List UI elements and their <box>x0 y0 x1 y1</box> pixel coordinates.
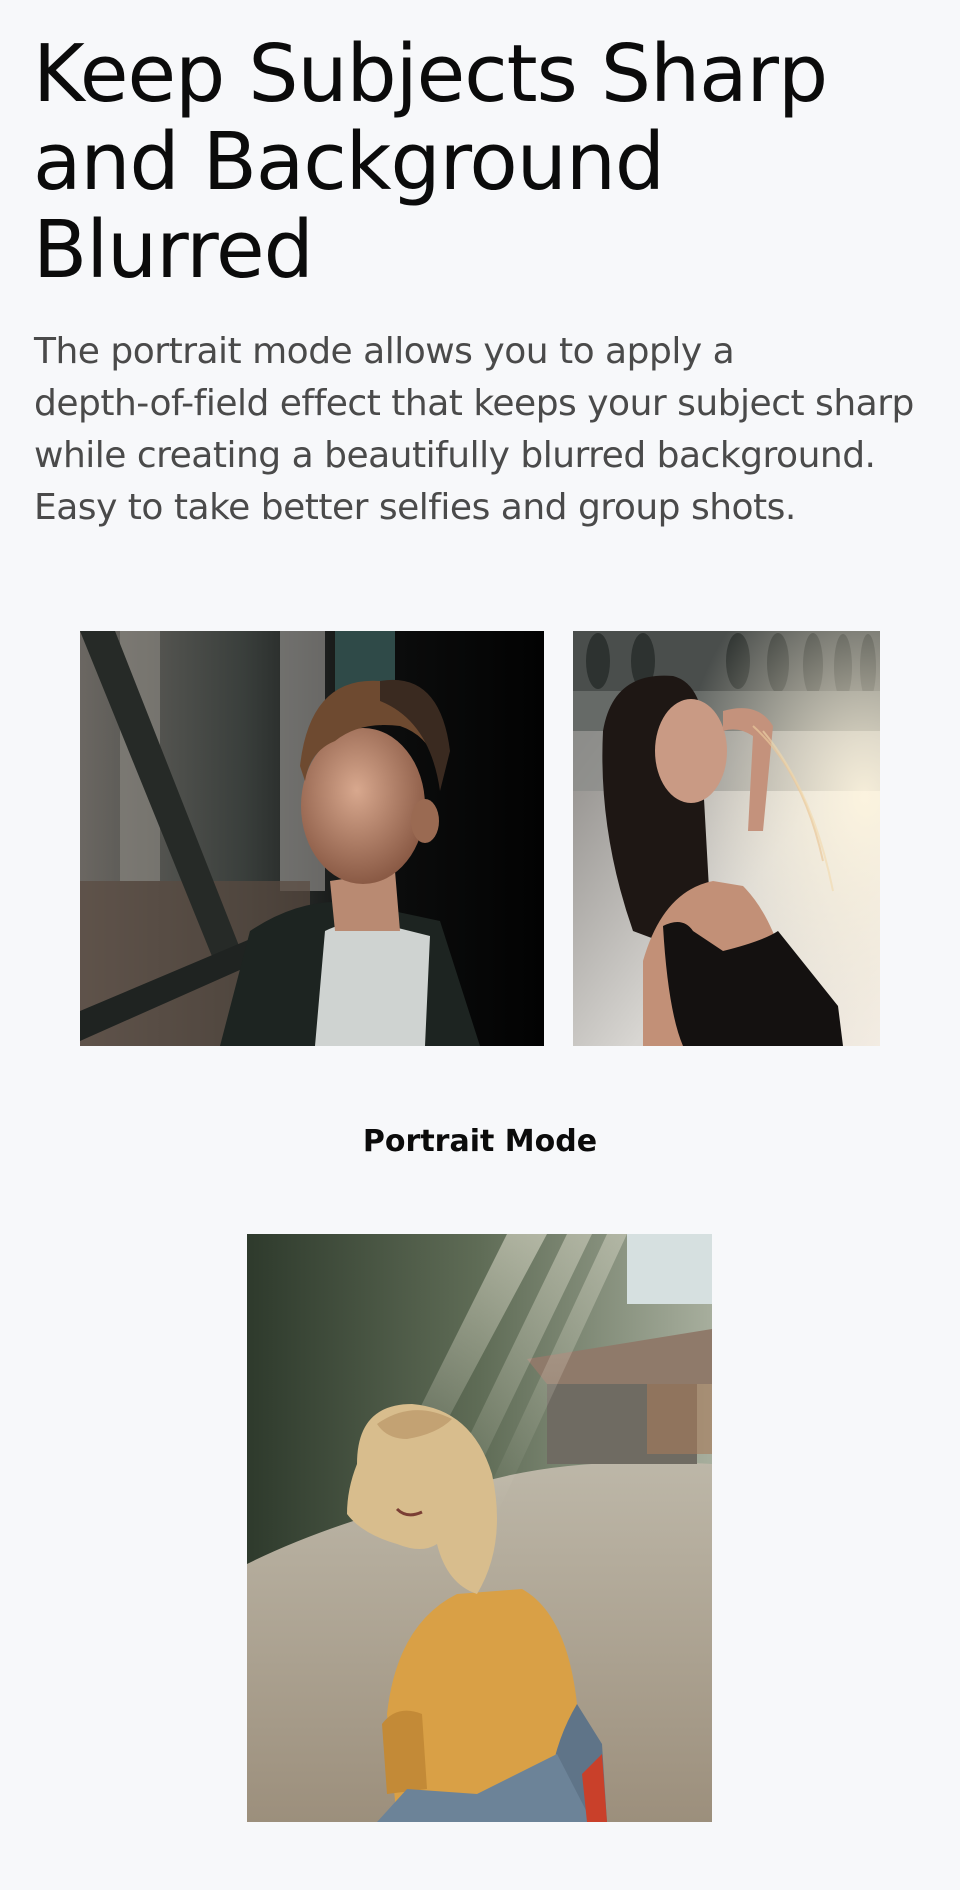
feature-description: The portrait mode allows you to apply a … <box>34 326 934 534</box>
portrait-mode-caption: Portrait Mode <box>362 1124 598 1159</box>
portrait-girl-image <box>247 1234 712 1822</box>
description-line-3: while creating a beautifully blurred bac… <box>34 435 876 476</box>
description-line-1: The portrait mode allows you to apply a <box>34 331 735 372</box>
page-headline: Keep Subjects Sharp and Background Blurr… <box>33 30 913 294</box>
headline-line-3: Blurred <box>33 204 314 296</box>
portrait-boy-image <box>80 631 544 1046</box>
headline-line-1: Keep Subjects Sharp <box>33 28 828 120</box>
portrait-woman-photo <box>573 631 880 1046</box>
headline-line-2: and Background <box>33 116 665 208</box>
portrait-boy-photo <box>80 631 544 1046</box>
description-line-4: Easy to take better selfies and group sh… <box>34 487 796 528</box>
portrait-woman-image <box>573 631 880 1046</box>
description-line-2: depth-of-field effect that keeps your su… <box>34 383 914 424</box>
portrait-girl-photo <box>247 1234 712 1822</box>
